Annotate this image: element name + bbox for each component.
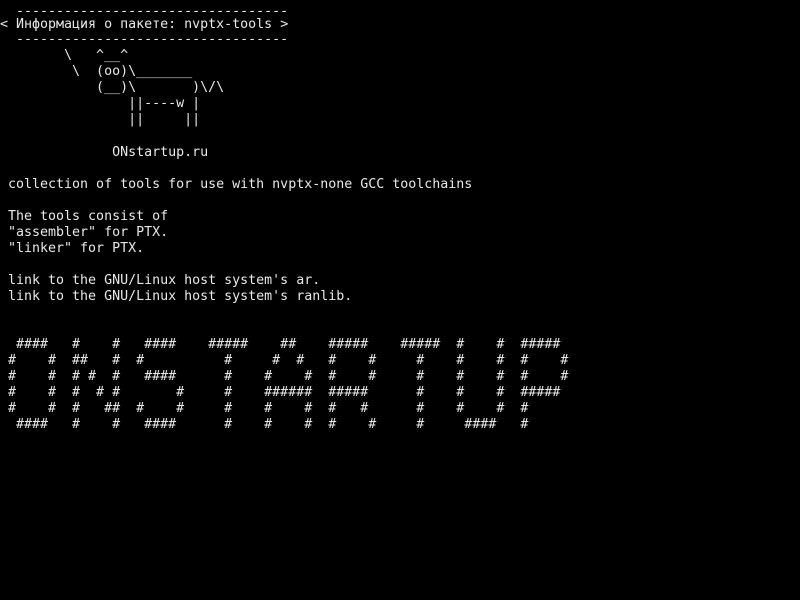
- package-link-note: link to the GNU/Linux host system's ar.: [8, 273, 321, 288]
- cow-art-line: \ ^__^: [8, 48, 129, 63]
- site-name: ONstartup.ru: [8, 145, 209, 160]
- ascii-banner-row: # # # # # #### # # # # # # # # # #: [8, 369, 569, 384]
- terminal-screen: ---------------------------------- < Инф…: [0, 0, 800, 600]
- cowsay-bubble-text: < Информация о пакете: nvptx-tools >: [0, 17, 289, 32]
- package-item: "linker" for PTX.: [8, 241, 145, 256]
- package-link-note: link to the GNU/Linux host system's ranl…: [8, 289, 353, 304]
- package-intro: The tools consist of: [8, 209, 169, 224]
- cow-art-line: || ||: [8, 112, 201, 127]
- cow-art-line: (__)\ )\/\: [8, 80, 225, 95]
- cowsay-bubble-bottom: ----------------------------------: [8, 32, 289, 47]
- package-summary: collection of tools for use with nvptx-n…: [8, 177, 473, 192]
- ascii-banner-row: #### # # #### # # # # # # #### #: [8, 417, 529, 432]
- package-item: "assembler" for PTX.: [8, 225, 169, 240]
- ascii-banner-row: # # # # # # # ###### ##### # # # #####: [8, 385, 561, 400]
- cow-art-line: \ (oo)\_______: [8, 64, 193, 79]
- ascii-banner-row: # # # ## # # # # # # # # # # #: [8, 401, 529, 416]
- ascii-banner-row: # # ## # # # # # # # # # # # #: [8, 353, 569, 368]
- cow-art-line: ||----w |: [8, 96, 201, 111]
- ascii-banner-row: #### # # #### ##### ## ##### ##### # # #…: [8, 337, 561, 352]
